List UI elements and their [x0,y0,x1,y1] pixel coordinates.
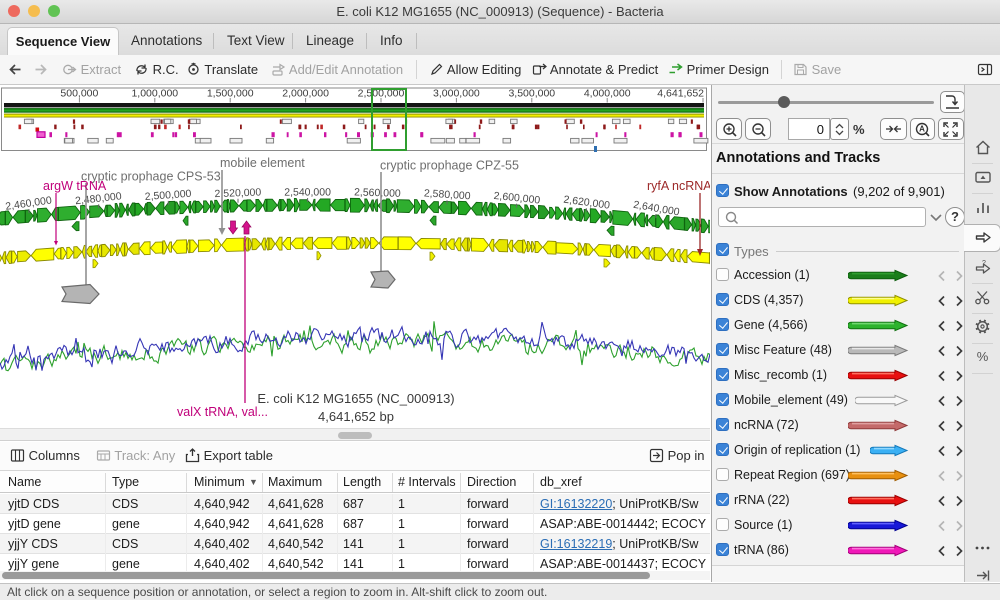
svg-text:%: % [977,349,989,364]
svg-text:argW tRNA: argW tRNA [43,179,107,193]
svg-text:2,560,000: 2,560,000 [354,186,401,199]
svg-text:ryfA ncRNA: ryfA ncRNA [647,179,710,193]
svg-text:mobile element: mobile element [220,156,305,170]
svg-text:3,000,000: 3,000,000 [433,88,480,100]
svg-text:1,500,000: 1,500,000 [207,88,254,100]
svg-text:2,000,000: 2,000,000 [282,88,329,100]
svg-text:4,641,652 bp: 4,641,652 bp [318,409,394,424]
svg-text:?: ? [982,260,986,267]
svg-text:500,000: 500,000 [60,88,98,100]
svg-text:A: A [919,125,925,134]
svg-text:E. coli K12 MG1655 (NC_000913): E. coli K12 MG1655 (NC_000913) [257,391,454,406]
svg-text:valX tRNA, val...: valX tRNA, val... [177,405,268,419]
svg-text:4,000,000: 4,000,000 [584,88,631,100]
svg-text:4,641,652: 4,641,652 [657,88,704,100]
svg-text:cryptic prophage CPZ-55: cryptic prophage CPZ-55 [380,159,519,173]
svg-text:2,540,000: 2,540,000 [284,186,331,198]
svg-text:3,500,000: 3,500,000 [508,88,555,100]
svg-text:1,000,000: 1,000,000 [131,88,178,100]
